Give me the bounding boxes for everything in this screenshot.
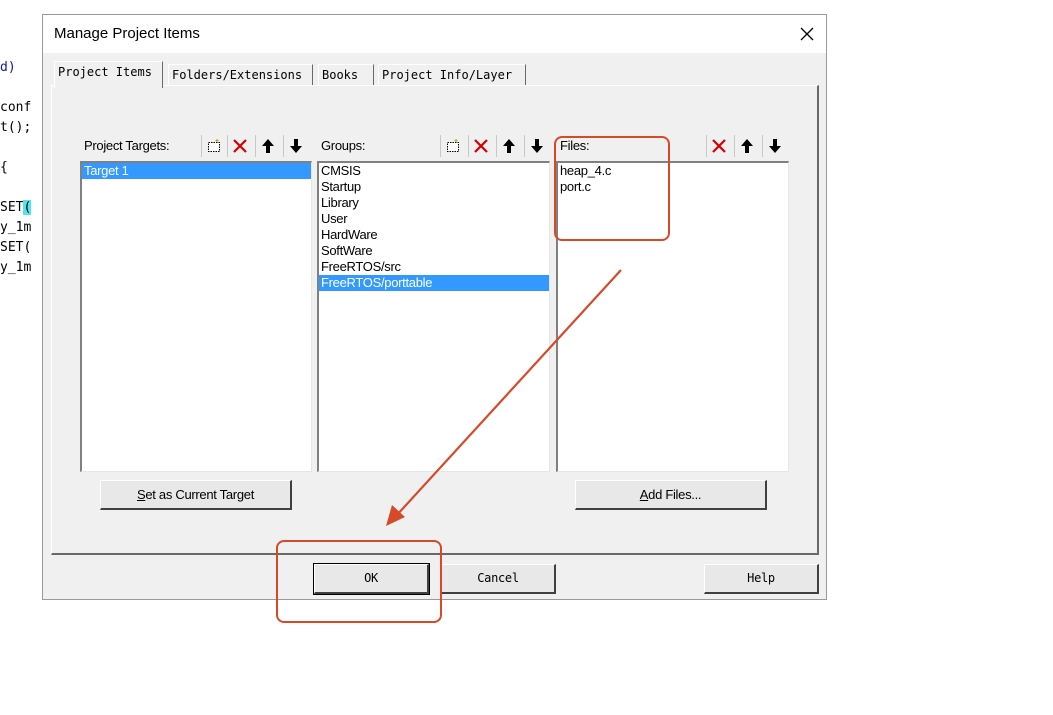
tab-project-items[interactable]: Project Items: [54, 61, 163, 88]
annotation-arrow: [386, 269, 622, 526]
